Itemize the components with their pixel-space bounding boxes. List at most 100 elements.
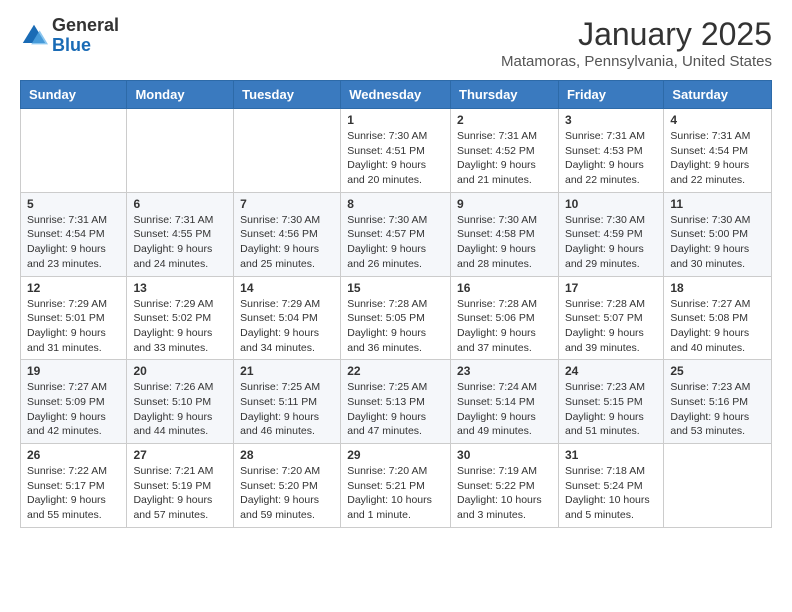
day-info: Sunrise: 7:28 AM Sunset: 5:07 PM Dayligh…	[565, 297, 657, 356]
day-info: Sunrise: 7:30 AM Sunset: 5:00 PM Dayligh…	[670, 213, 765, 272]
day-number: 29	[347, 448, 444, 462]
calendar-cell: 6 Sunrise: 7:31 AM Sunset: 4:55 PM Daylig…	[127, 192, 234, 276]
day-info: Sunrise: 7:30 AM Sunset: 4:59 PM Dayligh…	[565, 213, 657, 272]
day-number: 7	[240, 197, 334, 211]
day-number: 5	[27, 197, 120, 211]
calendar-day-header: Sunday	[21, 81, 127, 109]
calendar-cell: 2 Sunrise: 7:31 AM Sunset: 4:52 PM Daylig…	[451, 109, 559, 193]
day-info: Sunrise: 7:23 AM Sunset: 5:15 PM Dayligh…	[565, 380, 657, 439]
day-info: Sunrise: 7:22 AM Sunset: 5:17 PM Dayligh…	[27, 464, 120, 523]
day-info: Sunrise: 7:31 AM Sunset: 4:52 PM Dayligh…	[457, 129, 552, 188]
logo-icon	[20, 22, 48, 50]
day-number: 1	[347, 113, 444, 127]
day-info: Sunrise: 7:25 AM Sunset: 5:13 PM Dayligh…	[347, 380, 444, 439]
day-number: 27	[133, 448, 227, 462]
day-info: Sunrise: 7:20 AM Sunset: 5:20 PM Dayligh…	[240, 464, 334, 523]
calendar-day-header: Saturday	[664, 81, 772, 109]
calendar-cell	[21, 109, 127, 193]
day-number: 19	[27, 364, 120, 378]
calendar-week-row: 5 Sunrise: 7:31 AM Sunset: 4:54 PM Daylig…	[21, 192, 772, 276]
calendar-day-header: Tuesday	[234, 81, 341, 109]
calendar-cell: 13 Sunrise: 7:29 AM Sunset: 5:02 PM Dayli…	[127, 276, 234, 360]
calendar-week-row: 1Sunrise: 7:30 AM Sunset: 4:51 PM Daylig…	[21, 109, 772, 193]
calendar-cell: 21Sunrise: 7:25 AM Sunset: 5:11 PM Dayli…	[234, 360, 341, 444]
day-number: 30	[457, 448, 552, 462]
page: General Blue January 2025 Matamoras, Pen…	[0, 0, 792, 544]
day-number: 10	[565, 197, 657, 211]
day-number: 2	[457, 113, 552, 127]
day-number: 23	[457, 364, 552, 378]
day-number: 12	[27, 281, 120, 295]
day-info: Sunrise: 7:19 AM Sunset: 5:22 PM Dayligh…	[457, 464, 552, 523]
calendar-day-header: Friday	[558, 81, 663, 109]
day-info: Sunrise: 7:27 AM Sunset: 5:08 PM Dayligh…	[670, 297, 765, 356]
calendar-cell: 12 Sunrise: 7:29 AM Sunset: 5:01 PM Dayli…	[21, 276, 127, 360]
calendar-cell: 24 Sunrise: 7:23 AM Sunset: 5:15 PM Dayli…	[558, 360, 663, 444]
calendar-cell	[234, 109, 341, 193]
day-number: 26	[27, 448, 120, 462]
day-info: Sunrise: 7:31 AM Sunset: 4:55 PM Dayligh…	[133, 213, 227, 272]
day-info: Sunrise: 7:28 AM Sunset: 5:05 PM Dayligh…	[347, 297, 444, 356]
day-info: Sunrise: 7:30 AM Sunset: 4:58 PM Dayligh…	[457, 213, 552, 272]
subtitle: Matamoras, Pennsylvania, United States	[501, 53, 772, 70]
calendar-cell: 5 Sunrise: 7:31 AM Sunset: 4:54 PM Daylig…	[21, 192, 127, 276]
calendar-cell: 15Sunrise: 7:28 AM Sunset: 5:05 PM Dayli…	[341, 276, 451, 360]
calendar-cell: 20Sunrise: 7:26 AM Sunset: 5:10 PM Dayli…	[127, 360, 234, 444]
calendar-cell: 28 Sunrise: 7:20 AM Sunset: 5:20 PM Dayli…	[234, 444, 341, 528]
calendar-header-row: SundayMondayTuesdayWednesdayThursdayFrid…	[21, 81, 772, 109]
calendar-cell: 19 Sunrise: 7:27 AM Sunset: 5:09 PM Dayli…	[21, 360, 127, 444]
header: General Blue January 2025 Matamoras, Pen…	[20, 16, 772, 70]
day-number: 17	[565, 281, 657, 295]
day-number: 16	[457, 281, 552, 295]
day-info: Sunrise: 7:20 AM Sunset: 5:21 PM Dayligh…	[347, 464, 444, 523]
day-info: Sunrise: 7:31 AM Sunset: 4:54 PM Dayligh…	[670, 129, 765, 188]
day-number: 18	[670, 281, 765, 295]
calendar-day-header: Wednesday	[341, 81, 451, 109]
logo-general-text: General	[52, 16, 119, 36]
day-info: Sunrise: 7:31 AM Sunset: 4:54 PM Dayligh…	[27, 213, 120, 272]
day-number: 4	[670, 113, 765, 127]
day-number: 31	[565, 448, 657, 462]
day-number: 28	[240, 448, 334, 462]
logo: General Blue	[20, 16, 119, 56]
calendar-cell: 22 Sunrise: 7:25 AM Sunset: 5:13 PM Dayli…	[341, 360, 451, 444]
calendar-cell: 25Sunrise: 7:23 AM Sunset: 5:16 PM Dayli…	[664, 360, 772, 444]
day-info: Sunrise: 7:30 AM Sunset: 4:56 PM Dayligh…	[240, 213, 334, 272]
day-number: 25	[670, 364, 765, 378]
day-number: 3	[565, 113, 657, 127]
day-info: Sunrise: 7:24 AM Sunset: 5:14 PM Dayligh…	[457, 380, 552, 439]
calendar-day-header: Thursday	[451, 81, 559, 109]
day-info: Sunrise: 7:29 AM Sunset: 5:04 PM Dayligh…	[240, 297, 334, 356]
day-info: Sunrise: 7:26 AM Sunset: 5:10 PM Dayligh…	[133, 380, 227, 439]
calendar-cell	[664, 444, 772, 528]
calendar-week-row: 26 Sunrise: 7:22 AM Sunset: 5:17 PM Dayli…	[21, 444, 772, 528]
day-info: Sunrise: 7:27 AM Sunset: 5:09 PM Dayligh…	[27, 380, 120, 439]
calendar-cell: 10 Sunrise: 7:30 AM Sunset: 4:59 PM Dayli…	[558, 192, 663, 276]
day-info: Sunrise: 7:28 AM Sunset: 5:06 PM Dayligh…	[457, 297, 552, 356]
day-info: Sunrise: 7:29 AM Sunset: 5:01 PM Dayligh…	[27, 297, 120, 356]
logo-text: General Blue	[52, 16, 119, 56]
calendar-week-row: 19 Sunrise: 7:27 AM Sunset: 5:09 PM Dayli…	[21, 360, 772, 444]
day-info: Sunrise: 7:21 AM Sunset: 5:19 PM Dayligh…	[133, 464, 227, 523]
calendar-table: SundayMondayTuesdayWednesdayThursdayFrid…	[20, 80, 772, 528]
day-number: 6	[133, 197, 227, 211]
calendar-cell: 27 Sunrise: 7:21 AM Sunset: 5:19 PM Dayli…	[127, 444, 234, 528]
calendar-cell: 29 Sunrise: 7:20 AM Sunset: 5:21 PM Dayli…	[341, 444, 451, 528]
calendar-cell: 17 Sunrise: 7:28 AM Sunset: 5:07 PM Dayli…	[558, 276, 663, 360]
day-info: Sunrise: 7:18 AM Sunset: 5:24 PM Dayligh…	[565, 464, 657, 523]
calendar-cell: 8Sunrise: 7:30 AM Sunset: 4:57 PM Daylig…	[341, 192, 451, 276]
calendar-cell: 3Sunrise: 7:31 AM Sunset: 4:53 PM Daylig…	[558, 109, 663, 193]
calendar-cell: 14 Sunrise: 7:29 AM Sunset: 5:04 PM Dayli…	[234, 276, 341, 360]
day-number: 21	[240, 364, 334, 378]
day-number: 14	[240, 281, 334, 295]
day-info: Sunrise: 7:29 AM Sunset: 5:02 PM Dayligh…	[133, 297, 227, 356]
calendar-cell: 16 Sunrise: 7:28 AM Sunset: 5:06 PM Dayli…	[451, 276, 559, 360]
day-number: 22	[347, 364, 444, 378]
calendar-cell: 23 Sunrise: 7:24 AM Sunset: 5:14 PM Dayli…	[451, 360, 559, 444]
day-number: 24	[565, 364, 657, 378]
day-number: 9	[457, 197, 552, 211]
day-number: 13	[133, 281, 227, 295]
calendar-cell	[127, 109, 234, 193]
calendar-cell: 31 Sunrise: 7:18 AM Sunset: 5:24 PM Dayli…	[558, 444, 663, 528]
calendar-cell: 7 Sunrise: 7:30 AM Sunset: 4:56 PM Daylig…	[234, 192, 341, 276]
